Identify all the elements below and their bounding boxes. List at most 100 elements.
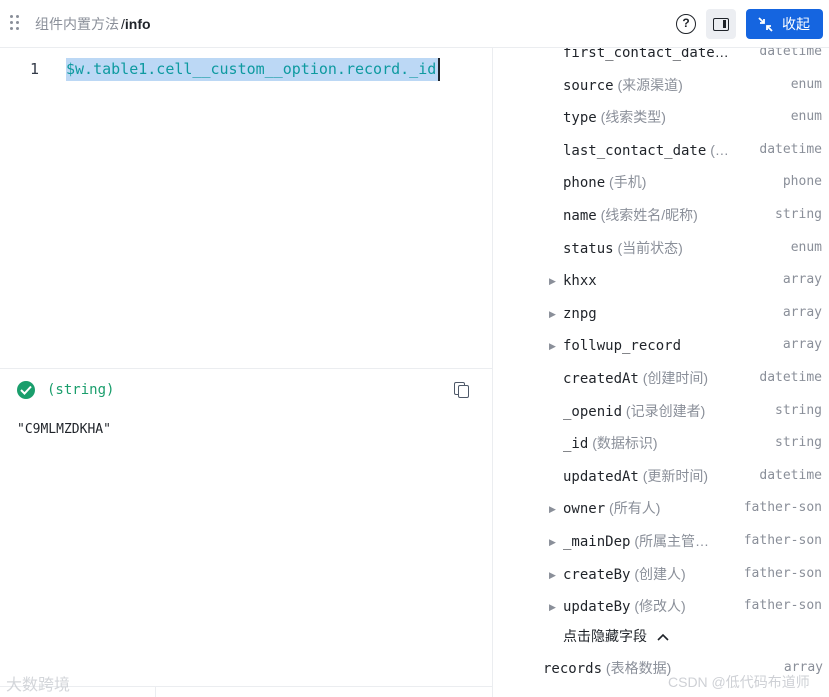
- field-key: name: [563, 208, 597, 224]
- chevron-up-icon: [657, 634, 669, 641]
- field-row--openid[interactable]: _openid (记录创建者) string: [494, 398, 829, 426]
- field-row-follwup-record[interactable]: ▶ follwup_record array: [494, 332, 829, 360]
- field-key: updatedAt: [563, 468, 639, 485]
- field-description: (记录创建者): [625, 402, 706, 419]
- field-type: array: [782, 272, 822, 288]
- field-description: (创建时间): [642, 370, 709, 386]
- field-name: _openid (记录创建者): [563, 401, 731, 422]
- field-key: first_contact_date: [563, 48, 715, 61]
- field-type: enum: [790, 239, 822, 255]
- code-editor[interactable]: 1 $w.table1.cell__custom__option.record.…: [0, 48, 493, 368]
- code-expression[interactable]: $w.table1.cell__custom__option.record._i…: [66, 58, 441, 81]
- field-type: string: [775, 435, 822, 451]
- field-description: (…: [710, 141, 729, 158]
- field-list: ▶ updateBy (修改人) father-son ▶ createBy (创建人)…: [494, 48, 829, 697]
- field-type: enum: [790, 109, 822, 125]
- field-type: array: [782, 337, 822, 353]
- field-type: datetime: [759, 48, 822, 59]
- field-row--maindep[interactable]: ▶ _mainDep (所属主管… father-son: [494, 528, 829, 556]
- field-key: _id: [563, 436, 589, 453]
- drag-handle-icon[interactable]: [9, 15, 21, 33]
- field-row-updatedat[interactable]: updatedAt (更新时间) datetime: [494, 463, 829, 491]
- expand-caret-icon[interactable]: ▶: [549, 304, 556, 324]
- expand-caret-icon[interactable]: ▶: [549, 565, 556, 585]
- field-row-first-contact-date[interactable]: first_contact_date (… datetime: [494, 48, 829, 67]
- field-description: (当前状态): [617, 239, 683, 256]
- field-type: string: [775, 207, 822, 222]
- help-icon[interactable]: ?: [676, 14, 696, 34]
- field-name: _mainDep (所属主管…: [563, 531, 731, 552]
- field-row-name[interactable]: name (线索姓名/昵称) string: [494, 202, 829, 230]
- field-name: name (线索姓名/昵称): [563, 205, 731, 226]
- field-row--id[interactable]: _id (数据标识) string: [494, 430, 829, 458]
- field-key: follwup_record: [563, 338, 682, 355]
- breadcrumb-current: info: [124, 16, 151, 32]
- watermark: CSDN @低代码布道师: [668, 674, 810, 690]
- field-key: createBy: [563, 566, 631, 583]
- result-value: "C9MLMZDKHA": [17, 422, 111, 437]
- copy-icon[interactable]: [453, 381, 471, 399]
- expand-caret-icon[interactable]: ▶: [549, 271, 556, 291]
- expand-caret-icon[interactable]: ▶: [549, 336, 556, 356]
- field-row-khxx[interactable]: ▶ khxx array: [494, 267, 829, 295]
- expand-caret-icon[interactable]: ▶: [549, 597, 556, 617]
- field-type: father-son: [743, 598, 822, 614]
- field-row-phone[interactable]: phone (手机) phone: [494, 169, 829, 197]
- field-name: status (当前状态): [563, 238, 731, 259]
- field-row-owner[interactable]: ▶ owner (所有人) father-son: [494, 495, 829, 523]
- field-row-source[interactable]: source (来源渠道) enum: [494, 72, 829, 100]
- field-row-last-contact-date[interactable]: last_contact_date (… datetime: [494, 137, 829, 165]
- field-row-createby[interactable]: ▶ createBy (创建人) father-son: [494, 561, 829, 589]
- field-name: follwup_record: [563, 335, 731, 356]
- field-description: (创建人): [634, 565, 686, 582]
- field-type: father-son: [743, 533, 822, 548]
- collapse-label: 收起: [782, 16, 810, 32]
- field-key: status: [563, 240, 614, 257]
- field-name: first_contact_date (…: [563, 48, 731, 63]
- collapse-button[interactable]: 收起: [746, 9, 823, 39]
- field-row-znpg[interactable]: ▶ znpg array: [494, 300, 829, 328]
- divider: [0, 686, 493, 687]
- field-key: last_contact_date: [563, 142, 707, 159]
- field-key: source: [563, 77, 614, 94]
- field-name: createBy (创建人): [563, 564, 731, 585]
- field-type: string: [775, 402, 822, 418]
- field-row-createdat[interactable]: createdAt (创建时间) datetime: [494, 365, 829, 393]
- field-row-type[interactable]: type (线索类型) enum: [494, 104, 829, 132]
- field-key: owner: [563, 501, 606, 518]
- field-name: owner (所有人): [563, 498, 731, 519]
- field-type: phone: [782, 174, 822, 190]
- field-key: khxx: [563, 273, 597, 290]
- field-type: father-son: [743, 565, 822, 581]
- field-type: father-son: [743, 500, 822, 516]
- divider: [155, 686, 156, 697]
- field-description: (修改人): [634, 598, 686, 615]
- field-row-status[interactable]: status (当前状态) enum: [494, 235, 829, 263]
- expand-caret-icon[interactable]: ▶: [549, 499, 556, 519]
- field-description: (线索姓名/昵称): [600, 207, 698, 223]
- panel-toggle-button[interactable]: [706, 9, 736, 39]
- hide-fields-toggle[interactable]: 点击隐藏字段: [563, 626, 669, 646]
- field-type: enum: [790, 76, 822, 92]
- field-type: datetime: [759, 370, 822, 385]
- field-description: (数据标识): [592, 435, 658, 452]
- field-name: type (线索类型): [563, 107, 731, 128]
- field-type: array: [782, 304, 822, 320]
- field-description: (来源渠道): [617, 76, 683, 93]
- field-description: (更新时间): [642, 467, 709, 484]
- field-key: createdAt: [563, 371, 639, 387]
- check-circle-icon: [17, 381, 35, 399]
- breadcrumb-parent[interactable]: 组件内置方法: [35, 16, 119, 32]
- field-key: phone: [563, 175, 606, 192]
- help-glyph: ?: [682, 16, 690, 30]
- expand-caret-icon[interactable]: ▶: [549, 532, 556, 552]
- field-name: source (来源渠道): [563, 75, 731, 96]
- records-desc: (表格数据): [605, 660, 672, 676]
- field-key: type: [563, 110, 597, 127]
- records-key: records: [543, 661, 603, 677]
- field-row-updateby[interactable]: ▶ updateBy (修改人) father-son: [494, 593, 829, 621]
- result-panel: (string) "C9MLMZDKHA": [0, 368, 493, 697]
- header-bar: 组件内置方法/info ? 收起: [0, 0, 829, 48]
- breadcrumb: 组件内置方法/info: [35, 14, 151, 34]
- field-name: phone (手机): [563, 172, 731, 193]
